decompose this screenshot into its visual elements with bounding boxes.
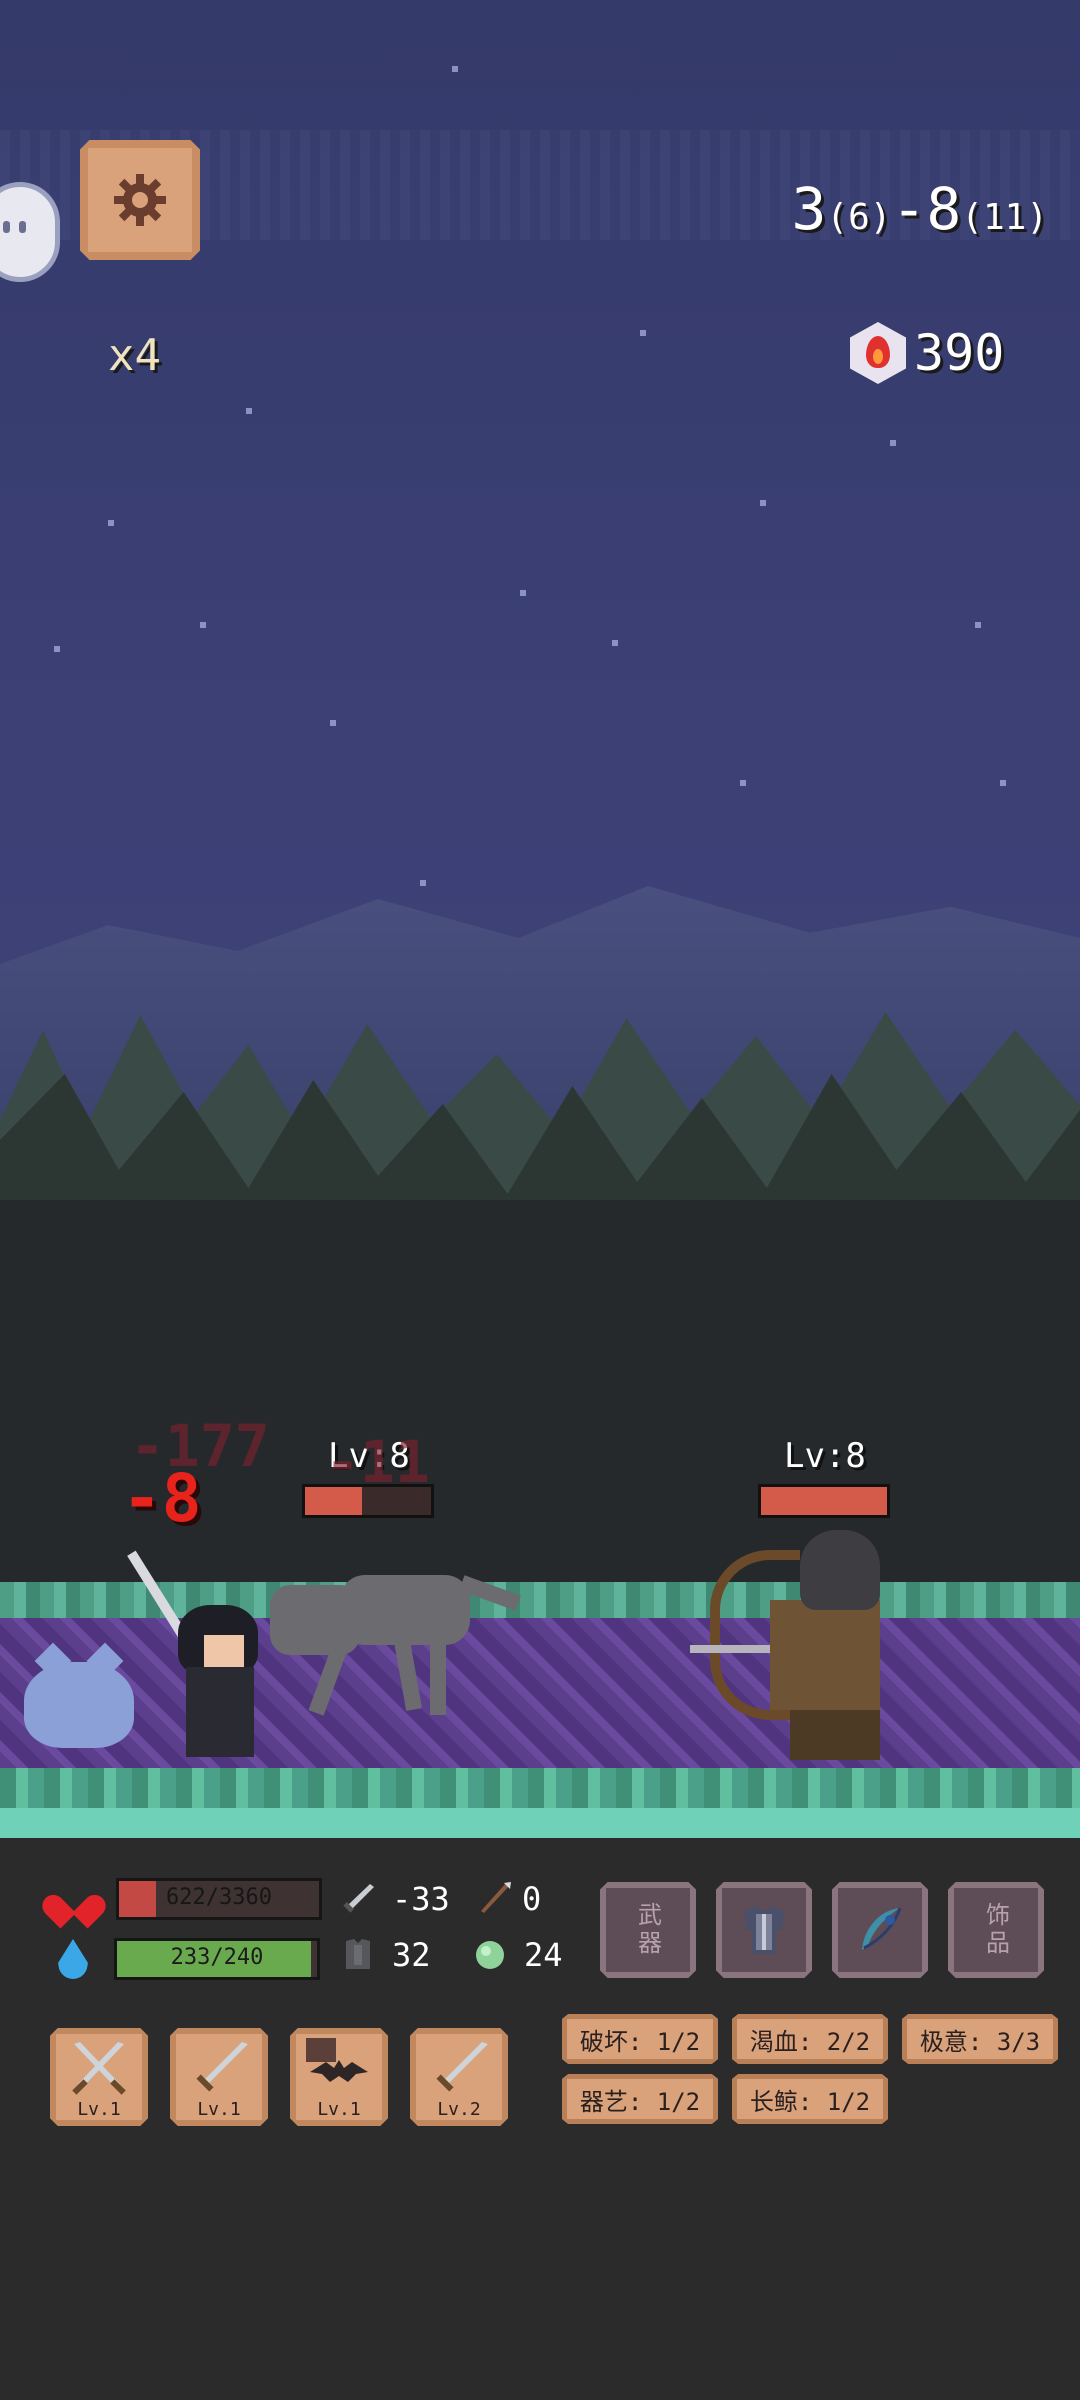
ground [0,1582,1080,1838]
hp-text: 622/3360 [166,1885,272,1910]
skill-slot-4[interactable]: Lv.2 [410,2028,508,2126]
stage-separator: - [891,175,927,243]
mp-bar: 233/240 [114,1938,320,1980]
stage-sub-a: (6) [826,197,892,238]
archer-enemy-sprite [690,1530,910,1760]
status-panel: 622/3360 233/240 -33 0 32 24 武器 饰品 Lv.1 … [0,1838,1080,2400]
archer-hp-bar [758,1484,890,1518]
skill-slot-1[interactable]: Lv.1 [50,2028,148,2126]
battle-scene: x4 3(6)-8(11) 390 Lv:8 Lv:8 -177 -11 -8 [0,0,1080,1838]
weapon-slot-label: 武器 [633,1902,662,1958]
defense-stat: 32 [340,1936,431,1974]
game-speed-button[interactable]: x4 [108,330,161,381]
hp-row: 622/3360 [54,1878,322,1920]
damage-number: -8 [122,1460,202,1537]
dagger-icon [343,1884,374,1913]
bat-icon [306,2038,368,2082]
archer-level: Lv:8 [784,1436,866,1476]
accessory-slot[interactable]: 饰品 [948,1882,1044,1978]
stage-main-a: 3 [791,175,827,243]
trait-craft[interactable]: 器艺: 1/2 [562,2074,718,2124]
stage-main-b: 8 [926,175,962,243]
skill-slot-2[interactable]: Lv.1 [170,2028,268,2126]
gear-icon [114,174,166,226]
feather-icon [862,1907,902,1950]
trait-destroy[interactable]: 破坏: 1/2 [562,2014,718,2064]
skill-level: Lv.2 [437,2099,481,2120]
cat-pet-sprite [24,1662,134,1748]
forest-shadow [0,1200,1080,1600]
trait-bloodthirst[interactable]: 渴血: 2/2 [732,2014,888,2064]
sword-icon [436,2042,488,2092]
skill-level: Lv.1 [197,2099,241,2120]
mp-row: 233/240 [58,1938,320,1980]
grass-bottom [0,1768,1080,1808]
settings-button[interactable] [80,140,200,260]
stage-indicator: 3(6)-8(11) [792,175,1049,243]
wolf-enemy-sprite [250,1545,521,1745]
defense-value: 32 [392,1936,431,1974]
archer-hp-fill [761,1487,887,1515]
green-orb-icon [476,1941,504,1969]
heart-icon [54,1881,94,1917]
crit-stat: 0 [476,1880,541,1918]
accessory-slot-label: 饰品 [981,1902,1010,1958]
grass-edge [0,1808,1080,1838]
bubble-eye-right [19,221,26,233]
trait-whale[interactable]: 长鲸: 1/2 [732,2074,888,2124]
floating-assistant-bubble[interactable] [0,182,60,282]
crossed-swords-icon [72,2042,126,2095]
weapon-slot[interactable]: 武器 [600,1882,696,1978]
regen-stat: 24 [472,1936,563,1974]
skill-slot-3[interactable]: Lv.1 [290,2028,388,2126]
attack-value: -33 [392,1880,450,1918]
crit-value: 0 [522,1880,542,1918]
water-drop-icon [58,1939,88,1979]
damage-number-faded: -11 [325,1428,430,1496]
soul-currency: 390 [850,322,1004,384]
spear-icon [481,1882,511,1913]
skill-level: Lv.1 [77,2099,121,2120]
bubble-eye-left [3,221,10,233]
armor-icon [744,1906,784,1954]
soul-count: 390 [914,324,1005,382]
trinket-slot[interactable] [832,1882,928,1978]
attack-stat: -33 [340,1880,450,1918]
hp-bar: 622/3360 [116,1878,322,1920]
regen-value: 24 [524,1936,563,1974]
sword-icon [196,2042,248,2092]
trait-ultimate[interactable]: 极意: 3/3 [902,2014,1058,2064]
mp-text: 233/240 [170,1945,264,1970]
armor-slot[interactable] [716,1882,812,1978]
skill-level: Lv.1 [317,2099,361,2120]
stage-sub-b: (11) [961,197,1048,238]
soul-flame-icon [850,322,906,384]
armor-stat-icon [346,1939,370,1969]
dirt-path [0,1618,1080,1768]
